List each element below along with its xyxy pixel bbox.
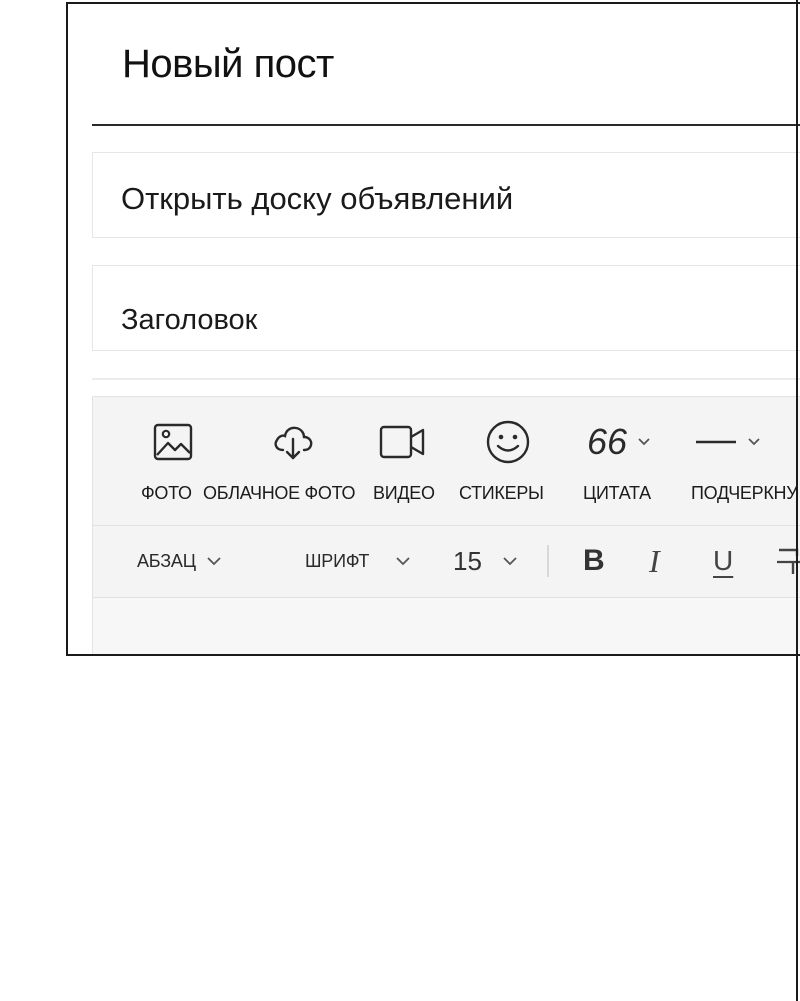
font-size-value: 15 [453,545,482,576]
stickers-label: СТИКЕРЫ [459,483,544,503]
quote-label: ЦИТАТА [583,483,651,503]
image-icon [153,419,193,465]
editor: ФОТО ОБЛАЧНОЕ ФОТО ВИДЕО СТИКЕРЫ 66 ЦИТА… [92,396,800,654]
page-title: Новый пост [122,42,334,86]
paragraph-dropdown[interactable]: АБЗАЦ [137,525,222,597]
photo-label: ФОТО [141,483,192,503]
font-label: ШРИФТ [305,550,370,571]
horizontal-line-icon [695,419,775,465]
quote-button[interactable]: 66 ЦИТАТА [583,417,663,517]
photo-button[interactable]: ФОТО [141,417,201,517]
cloud-download-icon [271,419,315,465]
cloud-photo-button[interactable]: ОБЛАЧНОЕ ФОТО [203,417,363,517]
board-selector-label: Открыть доску объявлений [121,181,514,216]
font-size-dropdown[interactable]: 15 [453,525,518,597]
video-button[interactable]: ВИДЕО [373,417,443,517]
heading-input[interactable]: Заголовок [92,265,800,351]
section-divider [92,378,800,380]
post-body-editor[interactable] [93,598,800,654]
cloud-photo-label: ОБЛАЧНОЕ ФОТО [203,483,356,503]
title-divider [92,124,800,126]
chevron-down-icon [207,557,221,566]
underline-style-label: ПОДЧЕРКНУ [691,483,798,503]
italic-icon: I [649,542,660,579]
media-toolbar: ФОТО ОБЛАЧНОЕ ФОТО ВИДЕО СТИКЕРЫ 66 ЦИТА… [93,397,800,526]
font-dropdown[interactable]: ШРИФТ [305,525,411,597]
quote-icon: 66 [583,419,663,465]
underline-button[interactable]: U [713,525,733,597]
underline-icon: U [713,545,734,576]
stickers-button[interactable]: СТИКЕРЫ [459,417,549,517]
video-label: ВИДЕО [373,483,435,503]
quote-glyph: 66 [587,421,628,462]
chevron-down-icon [638,438,650,446]
video-camera-icon [379,419,427,465]
frame-edge [796,0,798,1001]
board-selector[interactable]: Открыть доску объявлений [92,152,800,238]
format-toolbar: АБЗАЦ ШРИФТ 15 B I U [93,525,800,598]
new-post-panel: Новый пост Открыть доску объявлений Заго… [66,2,800,656]
smiley-icon [485,419,531,465]
bold-button[interactable]: B [583,525,605,597]
bold-icon: B [583,544,605,577]
chevron-down-icon [396,557,410,566]
toolbar-separator [547,545,549,577]
italic-button[interactable]: I [649,525,660,597]
chevron-down-icon [503,557,517,566]
heading-placeholder: Заголовок [121,304,258,336]
chevron-down-icon [748,438,760,446]
paragraph-label: АБЗАЦ [137,550,196,571]
underline-style-button[interactable]: ПОДЧЕРКНУ [691,417,800,517]
